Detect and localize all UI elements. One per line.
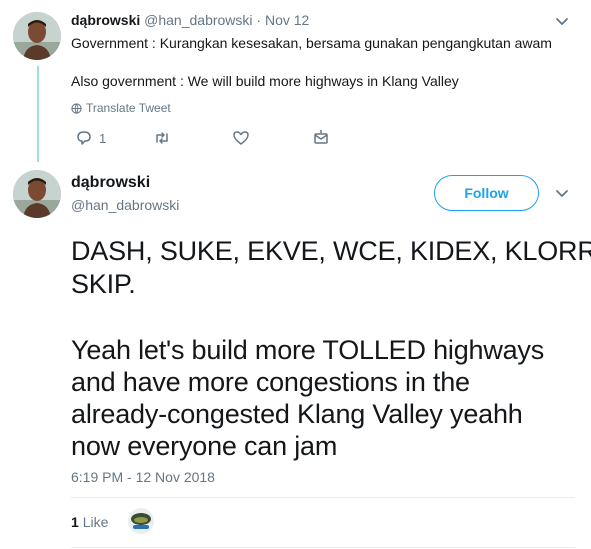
like-label: Like — [82, 514, 109, 530]
header-separator: · — [256, 12, 262, 28]
divider — [71, 547, 575, 548]
like-button[interactable] — [232, 129, 250, 147]
liker-avatar[interactable] — [128, 508, 154, 534]
retweet-icon — [156, 132, 168, 144]
main-handle[interactable]: @han_dabrowski — [71, 197, 179, 213]
parent-handle[interactable]: @han_dabrowski — [144, 12, 252, 28]
parent-tweet-text-line2: Also government : We will build more hig… — [71, 73, 459, 89]
main-tweet-text-line: DASH, SUKE, EKVE, WCE, KIDEX, KLORR, — [71, 236, 591, 266]
heart-icon — [233, 131, 249, 145]
main-tweet-text-line: and have more congestions in the — [71, 367, 470, 397]
chevron-down-icon[interactable] — [555, 14, 569, 28]
main-tweet-text-line: SKIP. — [71, 269, 136, 299]
direct-message-button[interactable] — [312, 129, 330, 147]
retweet-button[interactable] — [153, 129, 171, 147]
parent-tweet-header: dąbrowski @han_dabrowski · Nov 12 — [71, 12, 309, 28]
parent-tweet-text-line1: Government : Kurangkan kesesakan, bersam… — [71, 35, 552, 51]
likes-count[interactable]: 1 Like — [71, 514, 108, 530]
main-display-name[interactable]: dąbrowski — [71, 174, 150, 192]
parent-display-name[interactable]: dąbrowski — [71, 12, 140, 28]
envelope-icon — [314, 130, 328, 144]
parent-avatar[interactable] — [13, 12, 61, 60]
divider — [71, 497, 575, 498]
like-count: 1 — [71, 514, 79, 530]
main-tweet-text-line: Yeah let's build more TOLLED highways — [71, 335, 545, 365]
reply-button[interactable]: 1 — [75, 129, 106, 147]
follow-button[interactable]: Follow — [434, 175, 539, 211]
parent-date[interactable]: Nov 12 — [265, 12, 309, 28]
translate-label: Translate Tweet — [86, 101, 171, 115]
reply-count: 1 — [99, 130, 107, 146]
globe-icon — [71, 102, 82, 114]
reply-icon — [77, 131, 91, 145]
main-tweet-text-line: already-congested Klang Valley yeahh — [71, 399, 523, 429]
main-tweet-text-line: now everyone can jam — [71, 431, 338, 461]
chevron-down-icon[interactable] — [555, 186, 569, 200]
tweet-timestamp[interactable]: 6:19 PM - 12 Nov 2018 — [71, 469, 215, 485]
thread-connector — [37, 66, 39, 162]
main-avatar[interactable] — [13, 170, 61, 218]
translate-tweet-link[interactable]: Translate Tweet — [71, 101, 171, 115]
